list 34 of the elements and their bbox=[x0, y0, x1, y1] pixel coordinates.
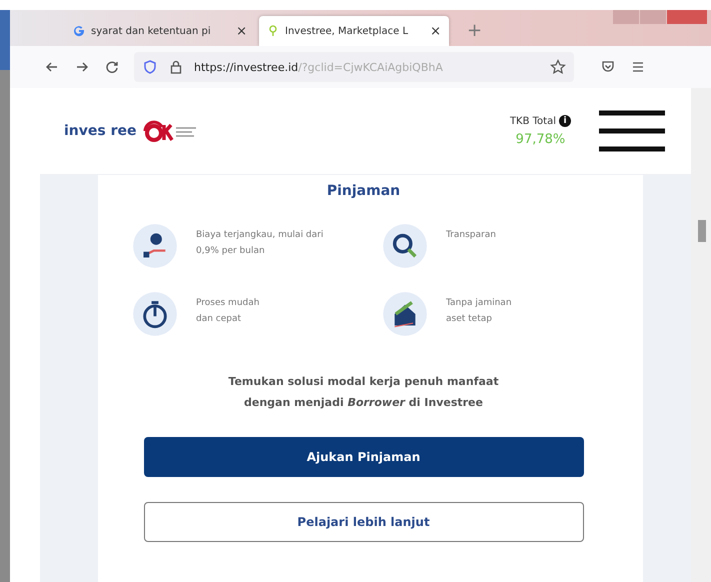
stopwatch-icon bbox=[132, 291, 178, 337]
close-icon[interactable]: × bbox=[430, 24, 441, 38]
info-icon[interactable]: i bbox=[559, 115, 571, 127]
google-icon bbox=[73, 25, 85, 37]
star-icon[interactable] bbox=[550, 59, 566, 75]
browser-tab[interactable]: Investree, Marketplace L × bbox=[259, 16, 449, 46]
shield-icon bbox=[142, 59, 158, 75]
logo-text: inves ree bbox=[64, 123, 136, 139]
apply-button[interactable]: Ajukan Pinjaman bbox=[144, 437, 584, 477]
tab-title: Investree, Marketplace L bbox=[285, 26, 410, 36]
scrollbar[interactable] bbox=[691, 88, 711, 582]
window-controls[interactable] bbox=[613, 10, 707, 24]
feature-text: Tanpa jaminan aset tetap bbox=[446, 297, 512, 326]
house-icon bbox=[382, 291, 428, 337]
tkb-label: TKB Total bbox=[510, 116, 556, 126]
tkb-value: 97,78% bbox=[516, 132, 566, 147]
tagline-text: Temukan solusi modal kerja penuh manfaat dengan menjadi Borrower di Investree bbox=[228, 374, 499, 411]
browser-tab[interactable]: syarat dan ketentuan pi × bbox=[65, 16, 255, 46]
feature-text: Biaya terjangkau, mulai dari 0,9% per bulan bbox=[196, 229, 324, 258]
url-text: https://investree.id/?gclid=CjwKCAiAgbiQBhA bbox=[194, 60, 444, 74]
coin-hand-icon bbox=[132, 223, 178, 269]
close-icon[interactable]: × bbox=[236, 24, 247, 38]
logo[interactable]: inves ree bbox=[64, 119, 202, 143]
feature-text: Proses mudah dan cepat bbox=[196, 297, 260, 326]
reload-icon[interactable] bbox=[104, 59, 120, 75]
menu-icon[interactable] bbox=[597, 109, 667, 153]
tab-title: syarat dan ketentuan pi bbox=[91, 26, 212, 36]
section-title: Pinjaman bbox=[326, 183, 400, 199]
magnifier-icon bbox=[382, 223, 428, 269]
feature-text: Transparan bbox=[446, 229, 496, 242]
learn-more-button[interactable]: Pelajari lebih lanjut bbox=[144, 502, 584, 542]
address-bar[interactable]: https://investree.id/?gclid=CjwKCAiAgbiQBhA bbox=[134, 52, 574, 82]
lock-icon bbox=[168, 59, 184, 75]
pin-icon bbox=[267, 25, 279, 37]
